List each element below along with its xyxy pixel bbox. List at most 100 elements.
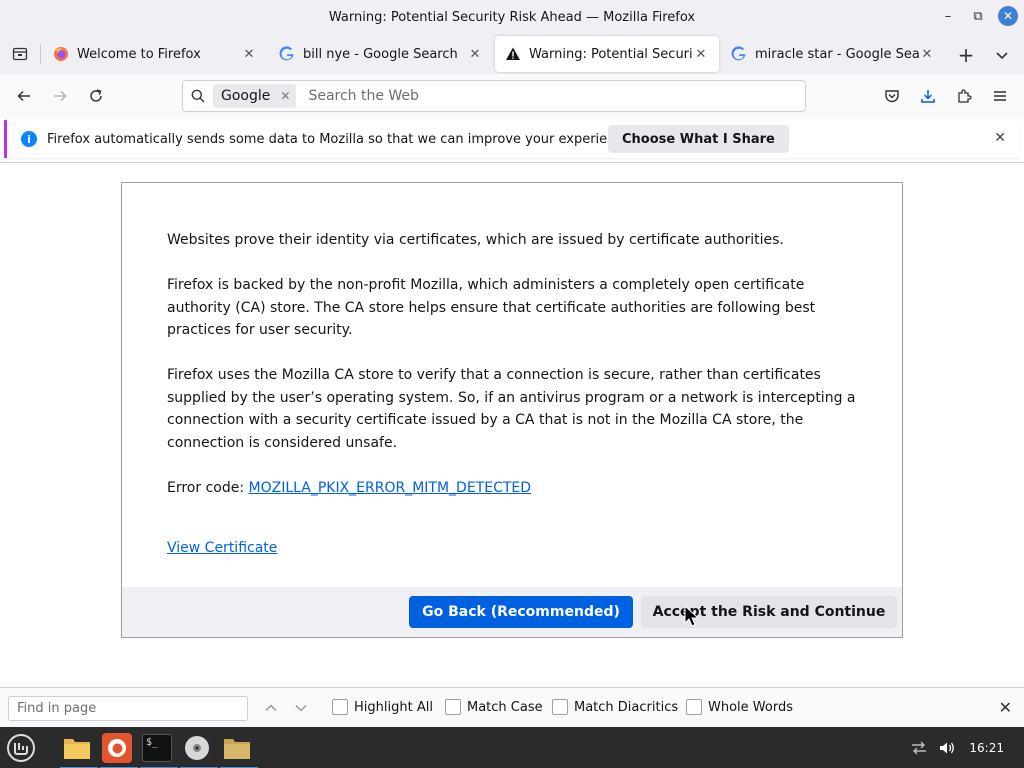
view-certificate-line: View Certificate [167,537,867,560]
accept-risk-button[interactable]: Accept the Risk and Continue [641,596,897,628]
find-next-button[interactable] [292,699,310,717]
start-menu-button[interactable] [4,731,38,765]
option-label: Highlight All [354,699,433,715]
match-case-checkbox[interactable] [445,699,461,715]
whole-words-option[interactable]: Whole Words [686,699,793,715]
reload-button[interactable] [82,82,110,110]
notification-text: Firefox automatically sends some data to… [47,131,635,147]
tab-close-icon[interactable]: ✕ [919,46,935,62]
tab-close-icon[interactable]: ✕ [467,46,483,62]
folder-window[interactable] [220,731,258,768]
find-previous-button[interactable] [262,699,280,717]
chevron-down-icon [295,704,307,712]
close-findbar-icon[interactable]: ✕ [999,698,1012,717]
hamburger-menu-icon [994,91,1006,101]
window-title: Warning: Potential Security Risk Ahead —… [328,9,696,25]
window-controls: – ⧉ ✕ [938,6,1018,26]
tab-close-icon[interactable]: ✕ [241,46,257,62]
files-launcher[interactable] [60,731,98,768]
close-icon[interactable]: ✕ [994,130,1006,146]
google-icon [279,46,295,62]
data-collection-notification: i Firefox automatically sends some data … [4,120,1020,158]
option-label: Match Case [467,699,543,715]
new-tab-button[interactable]: + [954,43,978,67]
search-icon [191,89,205,103]
ca-store-paragraph: Firefox uses the Mozilla CA store to ver… [167,367,856,451]
tab-separator [40,44,41,64]
advanced-info-panel: Websites prove their identity via certif… [121,182,903,638]
error-code-line: Error code: MOZILLA_PKIX_ERROR_MITM_DETE… [167,477,867,500]
firefox-view-button[interactable] [0,34,40,74]
forward-button[interactable] [46,82,74,110]
firefox-launcher[interactable] [100,731,138,768]
pocket-icon [885,90,899,103]
clock[interactable]: 16:21 [969,741,1004,755]
highlight-all-checkbox[interactable] [332,699,348,715]
tab-label: Warning: Potential Security Risk Ahead [529,46,693,62]
folder-icon [224,739,250,759]
match-case-option[interactable]: Match Case [445,699,543,715]
maximize-button[interactable]: ⧉ [968,6,988,26]
search-engine-name: Google [221,88,271,104]
tab-bill-nye-search[interactable]: bill nye - Google Search ✕ [269,36,493,72]
tab-welcome-firefox[interactable]: Welcome to Firefox ✕ [43,36,267,72]
minimize-button[interactable]: – [938,6,958,26]
tab-close-icon[interactable]: ✕ [693,46,709,62]
tab-miracle-star-search[interactable]: miracle star - Google Search ✕ [721,36,945,72]
choose-what-i-share-button[interactable]: Choose What I Share [608,125,789,153]
network-icon[interactable] [907,736,931,760]
firefox-view-icon [12,47,28,61]
plus-icon: + [957,43,975,67]
disc-icon [185,736,209,760]
match-diacritics-checkbox[interactable] [552,699,568,715]
view-certificate-link[interactable]: View Certificate [167,540,277,556]
close-window-button[interactable]: ✕ [998,6,1018,26]
url-input[interactable] [308,88,805,104]
find-input[interactable] [8,696,248,721]
tab-label: bill nye - Google Search [303,46,458,62]
mozilla-ca-paragraph: Firefox is backed by the non-profit Mozi… [167,277,816,338]
firefox-icon [102,733,132,763]
whole-words-checkbox[interactable] [686,699,702,715]
terminal-launcher[interactable]: $_ [140,731,178,768]
download-icon [921,90,935,103]
puzzle-icon [958,89,972,103]
forward-arrow-icon [54,90,67,102]
match-diacritics-option[interactable]: Match Diacritics [552,699,678,715]
reload-icon [90,89,102,102]
page-content: Websites prove their identity via certif… [0,163,1024,687]
option-label: Match Diacritics [574,699,679,715]
search-engine-chip[interactable]: Google ✕ [213,84,297,108]
go-back-button[interactable]: Go Back (Recommended) [409,596,633,628]
info-icon: i [21,131,37,147]
back-arrow-icon [17,90,30,102]
system-tray: 16:21 [907,727,1024,768]
error-code-label: Error code: [167,480,249,496]
downloads-button[interactable] [916,84,940,108]
warning-icon [505,46,521,62]
certificate-paragraph: Websites prove their identity via certif… [167,232,784,248]
media-launcher[interactable] [180,731,218,768]
pocket-button[interactable] [880,84,904,108]
chevron-up-icon [265,704,277,712]
firefox-icon [53,46,69,62]
error-code-link[interactable]: MOZILLA_PKIX_ERROR_MITM_DETECTED [249,480,532,496]
terminal-icon: $_ [142,734,172,762]
remove-engine-icon[interactable]: ✕ [280,89,290,103]
back-button[interactable] [10,82,38,110]
tab-bar: Welcome to Firefox ✕ bill nye - Google S… [0,34,1024,74]
url-bar[interactable]: Google ✕ [182,80,806,112]
chevron-down-icon [996,52,1008,60]
folder-icon [64,739,90,759]
mouse-cursor-icon [684,605,700,627]
taskbar: $_ 16:21 [0,727,1024,768]
app-menu-button[interactable] [988,84,1012,108]
volume-icon[interactable] [935,736,959,760]
extensions-button[interactable] [952,84,976,108]
google-icon [731,46,747,62]
highlight-all-option[interactable]: Highlight All [332,699,433,715]
tab-security-warning[interactable]: Warning: Potential Security Risk Ahead ✕ [495,36,719,72]
list-all-tabs-button[interactable] [990,44,1014,66]
mint-logo-icon [7,734,35,762]
window-titlebar: Warning: Potential Security Risk Ahead —… [0,0,1024,34]
